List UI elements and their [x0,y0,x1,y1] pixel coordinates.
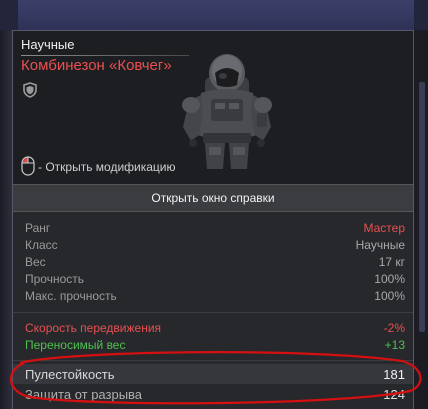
item-tooltip-panel: Научные Комбинезон «Ковчег» - Открыть мо… [12,30,414,409]
stat-row-weight: Вес 17 кг [13,254,413,271]
stat-value: Мастер [363,221,405,235]
suit-image [182,54,272,169]
item-header: Научные Комбинезон «Ковчег» - Открыть мо… [13,31,413,184]
stat-value: 100% [374,289,405,303]
stat-label: Ранг [25,221,51,235]
stat-value: 17 кг [378,255,405,269]
modifier-label: Переносимый вес [25,338,126,352]
item-name: Комбинезон «Ковчег» [21,57,172,74]
left-frame [0,30,12,409]
section-divider [13,312,413,313]
modifier-label: Скорость передвижения [25,321,162,335]
stat-value: 100% [374,272,405,286]
protection-value: 124 [383,387,405,402]
stat-label: Класс [25,238,58,252]
protection-row-rupture: Защита от разрыва 124 [13,386,413,403]
stat-label: Макс. прочность [25,289,117,303]
stat-row-durability: Прочность 100% [13,271,413,288]
protection-value: 181 [383,367,405,382]
stat-row-rank: Ранг Мастер [13,220,413,237]
stat-label: Прочность [25,272,85,286]
item-category: Научные [21,37,75,52]
protection-row-bullet: Пулестойкость 181 [13,366,413,383]
open-modification-hint: - Открыть модификацию [38,160,176,174]
shield-icon [23,82,37,98]
stat-label: Вес [25,255,46,269]
scrollbar[interactable] [414,30,428,409]
protection-label: Защита от разрыва [25,387,143,402]
window-top-strip [0,0,428,30]
stat-row-class: Класс Научные [13,237,413,254]
modifier-value: -2% [383,321,405,335]
category-divider [21,55,189,56]
mouse-left-click-icon [21,156,35,176]
scrollbar-thumb[interactable] [419,82,425,332]
open-help-button[interactable]: Открыть окно справки [13,184,413,212]
stat-value: Научные [355,238,405,252]
stat-row-max-durability: Макс. прочность 100% [13,288,413,305]
protection-label: Пулестойкость [25,367,115,382]
modifier-row-carry-weight: Переносимый вес +13 [13,337,413,354]
section-divider [13,360,413,361]
modifier-row-speed: Скорость передвижения -2% [13,320,413,337]
item-stats: Ранг Мастер Класс Научные Вес 17 кг Проч… [13,212,413,409]
modifier-value: +13 [384,338,405,352]
